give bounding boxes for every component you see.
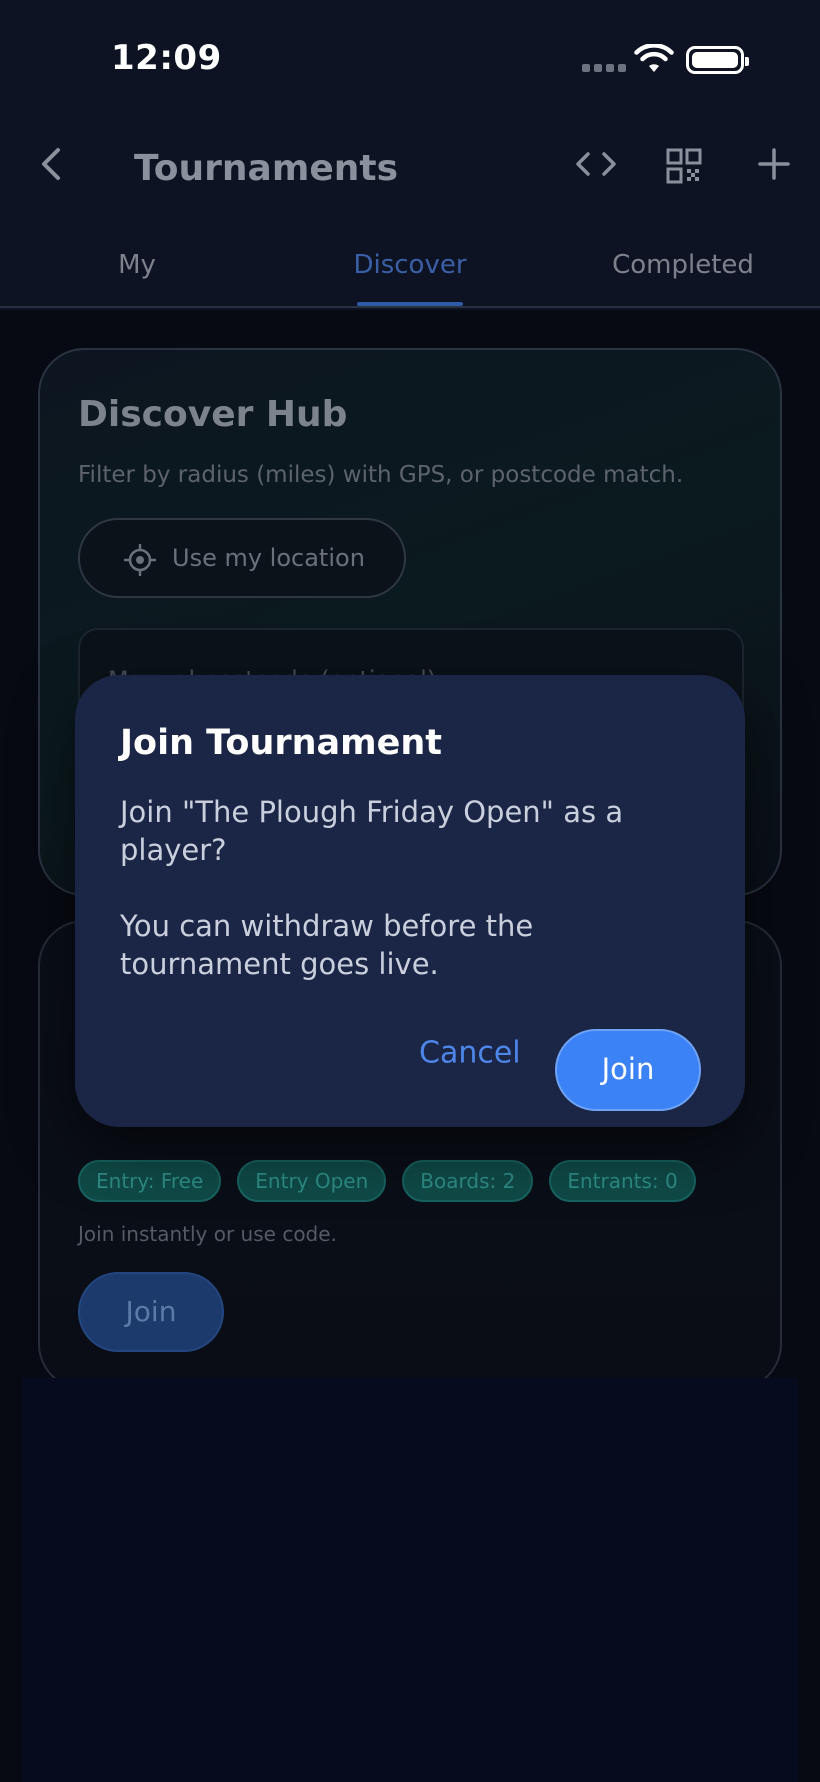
code-icon[interactable] [572, 144, 620, 184]
chip-entry-status: Entry Open [237, 1160, 387, 1202]
status-time: 12:09 [111, 38, 222, 78]
cancel-button[interactable]: Cancel [419, 1036, 521, 1071]
hub-title: Discover Hub [78, 394, 348, 435]
use-location-label: Use my location [172, 544, 365, 572]
dialog-title: Join Tournament [120, 723, 443, 763]
dialog-message-line1: Join "The Plough Friday Open" as a playe… [120, 795, 624, 867]
wifi-icon [634, 44, 674, 72]
use-location-button[interactable]: Use my location [78, 518, 406, 598]
cellular-signal-icon [582, 64, 626, 72]
chip-boards: Boards: 2 [402, 1160, 534, 1202]
card-join-button[interactable]: Join [78, 1272, 224, 1352]
plus-icon[interactable] [756, 146, 792, 182]
join-note: Join instantly or use code. [78, 1222, 337, 1246]
app-header: Tournaments [0, 120, 820, 220]
qr-code-icon[interactable] [666, 148, 702, 184]
chevron-left-icon[interactable] [30, 142, 74, 186]
page-title: Tournaments [134, 148, 399, 189]
chip-entrants: Entrants: 0 [549, 1160, 696, 1202]
battery-icon [686, 46, 749, 74]
dialog-message: Join "The Plough Friday Open" as a playe… [120, 793, 680, 983]
tab-my[interactable]: My [118, 250, 156, 280]
join-button[interactable]: Join [555, 1029, 701, 1111]
tournament-chips: Entry: Free Entry Open Boards: 2 Entrant… [78, 1160, 696, 1202]
chip-entry-fee: Entry: Free [78, 1160, 222, 1202]
active-tab-indicator [357, 302, 463, 306]
status-bar: 12:09 [0, 0, 820, 120]
tab-discover[interactable]: Discover [353, 250, 466, 280]
tab-completed[interactable]: Completed [612, 250, 754, 280]
join-tournament-dialog: Join Tournament Join "The Plough Friday … [75, 675, 745, 1127]
crosshair-icon [124, 544, 156, 576]
dialog-message-line2: You can withdraw before the tournament g… [120, 909, 534, 981]
tab-bar: My Discover Completed [0, 236, 820, 308]
bottom-panel [22, 1378, 798, 1782]
hub-subtitle: Filter by radius (miles) with GPS, or po… [78, 462, 684, 488]
